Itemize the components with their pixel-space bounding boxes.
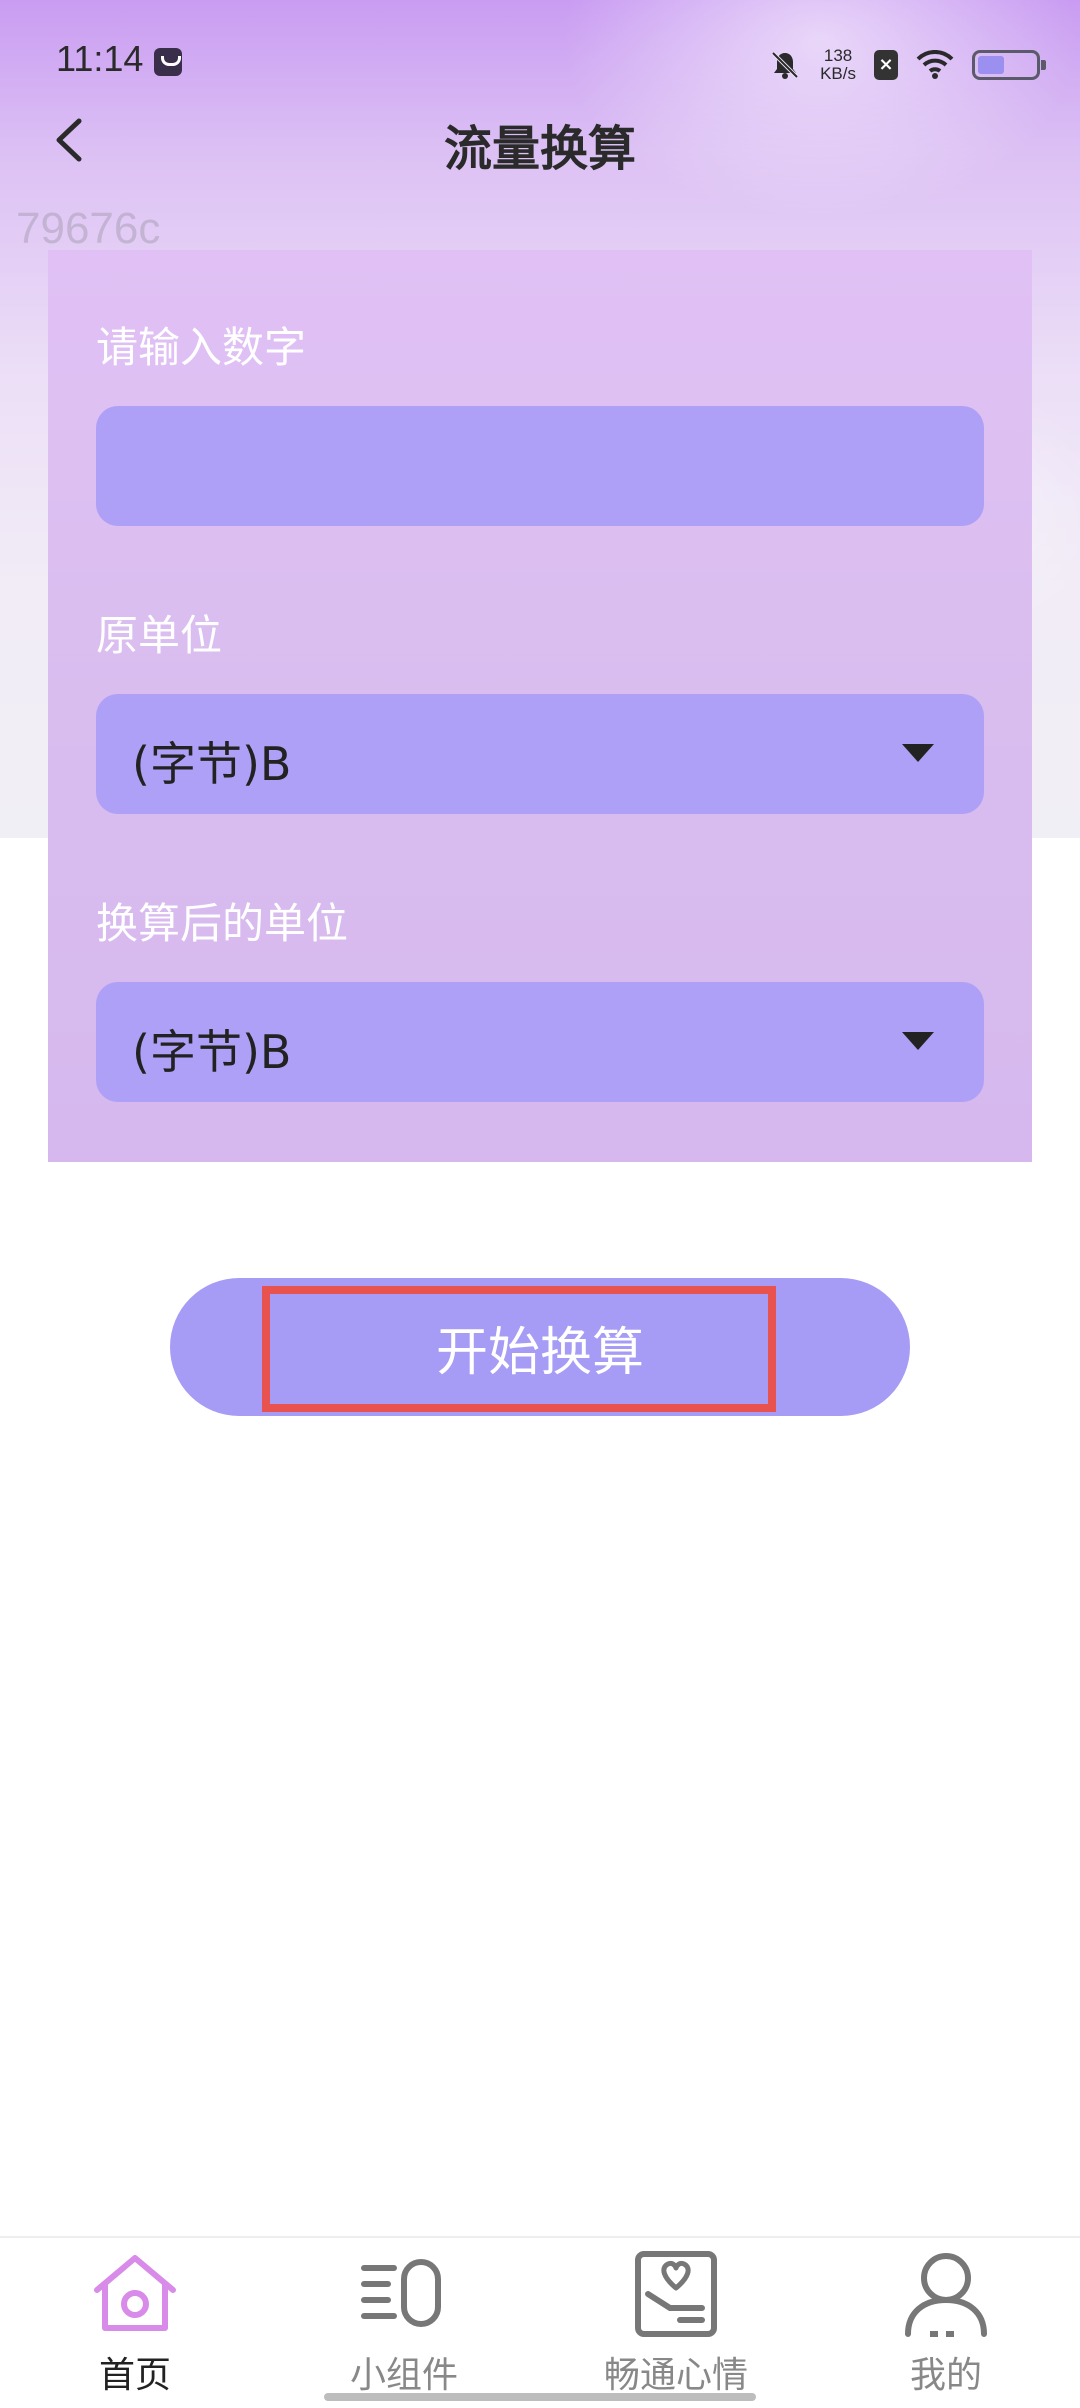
sim-off-icon: × (874, 50, 898, 80)
source-unit-label: 原单位 (96, 611, 223, 660)
profile-icon (898, 2248, 994, 2340)
target-unit-label: 换算后的单位 (96, 899, 349, 948)
input-label: 请输入数字 (96, 323, 307, 372)
wifi-icon (916, 50, 954, 80)
nav-label-profile: 我的 (909, 2355, 982, 2396)
number-input[interactable] (96, 406, 984, 526)
notification-app-icon (154, 48, 182, 76)
nav-label-mood: 畅通心情 (603, 2355, 748, 2396)
bottom-navigation: 首页 小组件 畅通心情 我的 (0, 2236, 1080, 2408)
network-speed-unit: KB/s (820, 64, 856, 83)
watermark-text: 79676c (16, 204, 161, 253)
number-input-box[interactable] (96, 406, 984, 526)
network-speed-value: 138 (823, 46, 853, 65)
caret-down-icon (902, 1032, 934, 1050)
nav-item-widgets[interactable]: 小组件 (304, 2248, 504, 2398)
status-icons: 138 KB/s × (768, 40, 1046, 90)
source-unit-value: (字节)B (132, 737, 292, 791)
target-unit-select[interactable]: (字节)B (96, 982, 984, 1102)
nav-item-mood[interactable]: 畅通心情 (576, 2248, 776, 2398)
conversion-form-card: 请输入数字 原单位 (字节)B 换算后的单位 (字节)B (48, 250, 1032, 1162)
highlight-box (262, 1286, 776, 1412)
source-unit-select[interactable]: (字节)B (96, 694, 984, 814)
nav-item-home[interactable]: 首页 (35, 2248, 235, 2398)
network-speed: 138 KB/s (820, 47, 856, 83)
status-time: 11:14 (56, 38, 144, 79)
home-indicator (324, 2393, 756, 2401)
page-title: 流量换算 (443, 121, 636, 177)
nav-label-home: 首页 (98, 2355, 171, 2396)
battery-level (978, 56, 1004, 74)
target-unit-value: (字节)B (132, 1025, 292, 1079)
title-bar: 流量换算 (0, 95, 1080, 185)
nav-item-profile[interactable]: 我的 (846, 2248, 1046, 2398)
home-icon (87, 2248, 183, 2340)
battery-icon (972, 50, 1046, 80)
widget-icon (356, 2248, 452, 2340)
nav-label-widgets: 小组件 (349, 2355, 458, 2396)
caret-down-icon (902, 744, 934, 762)
mood-journal-icon (628, 2248, 724, 2340)
bell-off-icon (768, 48, 802, 82)
